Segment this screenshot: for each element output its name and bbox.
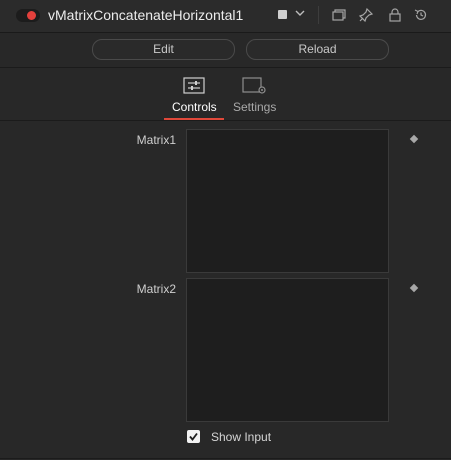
header-separator xyxy=(318,6,319,24)
node-header: vMatrixConcatenateHorizontal1 xyxy=(0,0,451,33)
tab-settings-label: Settings xyxy=(233,100,277,114)
sliders-icon xyxy=(183,77,205,94)
settings-icon xyxy=(242,77,266,94)
matrix1-input[interactable] xyxy=(186,129,389,273)
show-input-checkbox[interactable] xyxy=(187,430,200,443)
divider xyxy=(0,458,451,459)
tab-controls-label: Controls xyxy=(172,100,217,114)
matrix2-input[interactable] xyxy=(186,278,389,422)
lock-icon[interactable] xyxy=(387,7,403,23)
tab-controls[interactable]: Controls xyxy=(160,74,224,120)
edit-button[interactable]: Edit xyxy=(92,39,235,60)
node-enable-toggle[interactable] xyxy=(16,9,40,22)
node-title: vMatrixConcatenateHorizontal1 xyxy=(48,7,244,23)
tab-settings[interactable]: Settings xyxy=(228,74,284,120)
pin-icon[interactable] xyxy=(358,7,374,23)
reset-icon[interactable] xyxy=(413,7,429,23)
matrix2-label: Matrix2 xyxy=(136,282,176,296)
divider xyxy=(0,67,451,68)
node-color-swatch[interactable] xyxy=(278,10,287,19)
toggle-knob xyxy=(27,11,36,20)
version-icon[interactable] xyxy=(331,7,347,23)
checkmark-icon xyxy=(189,432,198,441)
matrix1-label: Matrix1 xyxy=(136,133,176,147)
chevron-down-icon[interactable] xyxy=(293,6,307,20)
inspector-panel: vMatrixConcatenateHorizontal1 Edit Reloa… xyxy=(0,0,451,460)
show-input-label: Show Input xyxy=(211,430,272,444)
reload-button[interactable]: Reload xyxy=(246,39,389,60)
